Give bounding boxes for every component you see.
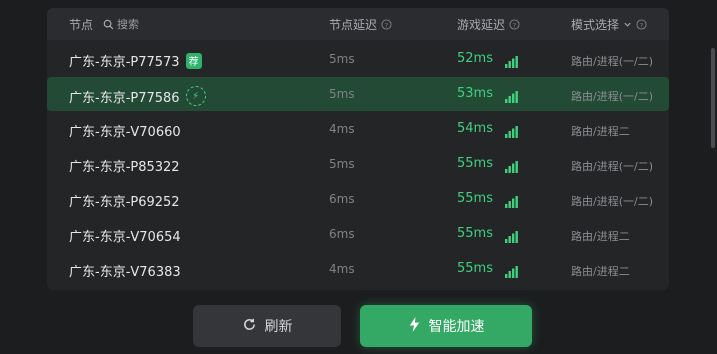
svg-text:?: ? bbox=[513, 21, 516, 29]
table-row[interactable]: 广东-东京-P69252 6ms 55ms 路由/进程(一/二) bbox=[47, 182, 669, 216]
node-name: 广东-东京-P85322 bbox=[69, 156, 180, 175]
mode-label: 路由/进程(一/二) bbox=[571, 90, 653, 103]
signal-icon bbox=[505, 263, 518, 282]
game-latency: 55ms bbox=[457, 226, 493, 241]
node-name: 广东-东京-V70654 bbox=[69, 226, 181, 245]
refresh-button[interactable]: 刷新 bbox=[193, 305, 341, 347]
node-list-panel: 节点 节点延迟 ? 游戏延迟 ? 模式选择 bbox=[47, 8, 715, 290]
mode-label: 路由/进程(一/二) bbox=[571, 55, 653, 68]
bolt-icon bbox=[408, 316, 421, 336]
search-icon bbox=[103, 19, 114, 30]
table-row[interactable]: 广东-东京-V76383 4ms 55ms 路由/进程二 bbox=[47, 252, 669, 286]
search-input[interactable] bbox=[117, 18, 158, 31]
help-icon[interactable]: ? bbox=[509, 19, 520, 30]
node-latency: 6ms bbox=[329, 192, 355, 206]
mode-label: 路由/进程二 bbox=[571, 125, 630, 138]
signal-icon bbox=[505, 193, 518, 212]
node-latency: 4ms bbox=[329, 122, 355, 136]
signal-icon bbox=[505, 228, 518, 247]
node-name-text: 广东-东京-P77573 bbox=[69, 55, 180, 70]
game-latency: 52ms bbox=[457, 51, 493, 66]
table-row-selected[interactable]: 广东-东京-P77586 ⚡ 5ms 53ms 路由/进程(一/二) bbox=[47, 77, 669, 111]
header-game-latency: 游戏延迟 ? bbox=[457, 16, 520, 33]
node-name-text: 广东-东京-V76383 bbox=[69, 265, 181, 280]
smart-accelerate-button[interactable]: 智能加速 bbox=[360, 305, 532, 347]
game-latency: 54ms bbox=[457, 121, 493, 136]
header-node-latency-label: 节点延迟 bbox=[329, 18, 378, 32]
bolt-icon: ⚡ bbox=[185, 86, 206, 106]
table-header: 节点 节点延迟 ? 游戏延迟 ? 模式选择 bbox=[47, 8, 669, 40]
node-latency: 5ms bbox=[329, 157, 355, 171]
table-row[interactable]: 广东-东京-P77573 荐 5ms 52ms 路由/进程(一/二) bbox=[47, 42, 669, 76]
node-latency: 6ms bbox=[329, 227, 355, 241]
node-latency: 5ms bbox=[329, 87, 355, 101]
table-row[interactable]: 广东-东京-P85322 5ms 55ms 路由/进程(一/二) bbox=[47, 147, 669, 181]
node-name-text: 广东-东京-P69252 bbox=[69, 195, 180, 210]
node-name: 广东-东京-P77573 荐 bbox=[69, 51, 202, 70]
refresh-label: 刷新 bbox=[264, 319, 293, 335]
mode-label: 路由/进程二 bbox=[571, 265, 630, 278]
node-name-text: 广东-东京-P85322 bbox=[69, 160, 180, 175]
table-row[interactable]: 广东-东京-V70654 6ms 55ms 路由/进程二 bbox=[47, 217, 669, 251]
game-latency: 55ms bbox=[457, 191, 493, 206]
node-latency: 5ms bbox=[329, 52, 355, 66]
node-name: 广东-东京-V76383 bbox=[69, 261, 181, 280]
recommended-badge: 荐 bbox=[185, 52, 202, 69]
node-name: 广东-东京-P69252 bbox=[69, 191, 180, 210]
node-latency: 4ms bbox=[329, 262, 355, 276]
refresh-icon bbox=[242, 317, 257, 336]
header-mode-select[interactable]: 模式选择 ? bbox=[571, 16, 647, 33]
help-icon[interactable]: ? bbox=[636, 19, 647, 30]
signal-icon bbox=[505, 158, 518, 177]
search-box[interactable] bbox=[103, 18, 158, 31]
chevron-down-icon bbox=[623, 20, 632, 29]
node-name-text: 广东-东京-P77586 bbox=[69, 90, 180, 106]
node-name: 广东-东京-V70660 bbox=[69, 121, 181, 140]
smart-accelerate-label: 智能加速 bbox=[428, 319, 485, 335]
mode-label: 路由/进程(一/二) bbox=[571, 160, 653, 173]
game-latency: 55ms bbox=[457, 156, 493, 171]
header-node: 节点 bbox=[69, 16, 158, 33]
signal-icon bbox=[505, 53, 518, 72]
mode-label: 路由/进程(一/二) bbox=[571, 195, 653, 208]
game-latency: 53ms bbox=[457, 86, 493, 101]
node-name: 广东-东京-P77586 ⚡ bbox=[69, 86, 206, 106]
header-node-latency: 节点延迟 ? bbox=[329, 16, 392, 33]
svg-text:?: ? bbox=[385, 21, 388, 29]
mode-label: 路由/进程二 bbox=[571, 230, 630, 243]
game-latency: 55ms bbox=[457, 261, 493, 276]
header-node-label: 节点 bbox=[69, 18, 94, 32]
help-icon[interactable]: ? bbox=[381, 19, 392, 30]
header-game-latency-label: 游戏延迟 bbox=[457, 18, 506, 32]
signal-icon bbox=[505, 88, 518, 107]
node-name-text: 广东-东京-V70654 bbox=[69, 230, 181, 245]
signal-icon bbox=[505, 123, 518, 142]
scrollbar[interactable] bbox=[711, 48, 715, 148]
table-row[interactable]: 广东-东京-V70660 4ms 54ms 路由/进程二 bbox=[47, 112, 669, 146]
svg-text:?: ? bbox=[640, 21, 643, 29]
header-mode-select-label: 模式选择 bbox=[571, 18, 620, 32]
node-name-text: 广东-东京-V70660 bbox=[69, 125, 181, 140]
